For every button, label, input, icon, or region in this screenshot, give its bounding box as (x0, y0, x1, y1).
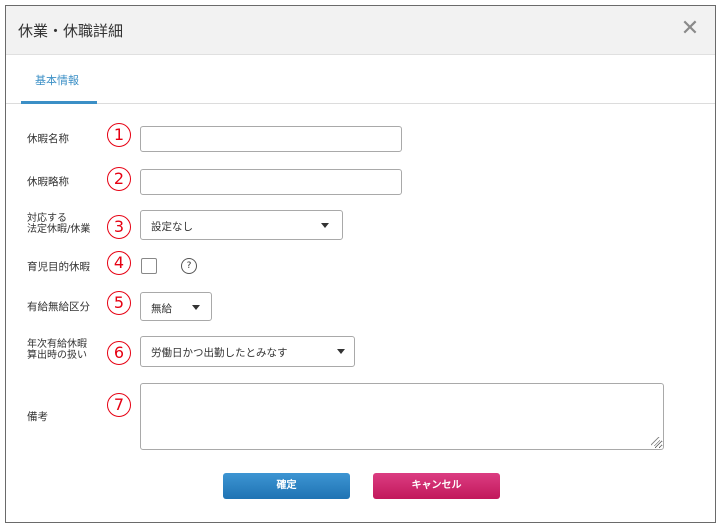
tab-bar: 基本情報 (6, 55, 715, 104)
statutory-selected-value: 設定なし (151, 221, 193, 233)
leave-abbrev-input[interactable] (140, 169, 402, 195)
paid-type-select[interactable]: 無給 (140, 292, 212, 321)
statutory-select[interactable]: 設定なし (140, 210, 343, 240)
marker-1: 1 (107, 123, 131, 147)
resize-grip-icon[interactable] (651, 437, 660, 446)
marker-7: 7 (107, 393, 131, 417)
notes-label: 備考 (27, 411, 48, 423)
marker-3: 3 (107, 215, 131, 239)
dialog-title: 休業・休職詳細 (18, 22, 124, 40)
childcare-label: 育児目的休暇 (27, 261, 90, 273)
leave-name-input[interactable] (140, 126, 402, 152)
marker-5: 5 (107, 291, 131, 315)
paid-type-label: 有給無給区分 (27, 301, 90, 313)
paid-type-selected-value: 無給 (151, 303, 172, 315)
annual-leave-selected-value: 労働日かつ出勤したとみなす (151, 347, 288, 359)
annual-leave-label-line1: 年次有給休暇 (27, 339, 87, 350)
dialog-header: 休業・休職詳細 ✕ (6, 6, 715, 55)
marker-6: 6 (107, 341, 131, 365)
marker-2: 2 (107, 167, 131, 191)
confirm-button[interactable]: 確定 (223, 473, 350, 499)
statutory-label-line2: 法定休暇/休業 (27, 224, 91, 235)
marker-4: 4 (107, 251, 131, 275)
chevron-down-icon (321, 223, 329, 228)
leave-name-label: 休暇名称 (27, 133, 69, 145)
chevron-down-icon (337, 349, 345, 354)
tab-label: 基本情報 (35, 74, 79, 87)
notes-textarea[interactable] (140, 383, 664, 450)
tab-basic-info[interactable]: 基本情報 (21, 55, 97, 104)
cancel-button[interactable]: キャンセル (373, 473, 500, 499)
childcare-checkbox[interactable] (141, 258, 157, 274)
help-icon[interactable]: ? (181, 258, 197, 274)
statutory-label-line1: 対応する (27, 213, 67, 224)
annual-leave-select[interactable]: 労働日かつ出勤したとみなす (140, 336, 355, 367)
annual-leave-label-line2: 算出時の扱い (27, 350, 87, 361)
close-icon[interactable]: ✕ (678, 18, 702, 42)
leave-detail-dialog: 休業・休職詳細 ✕ 基本情報 休暇名称 1 休暇略称 2 対応する 法定休暇/休… (5, 5, 716, 523)
leave-abbrev-label: 休暇略称 (27, 176, 69, 188)
chevron-down-icon (192, 305, 200, 310)
